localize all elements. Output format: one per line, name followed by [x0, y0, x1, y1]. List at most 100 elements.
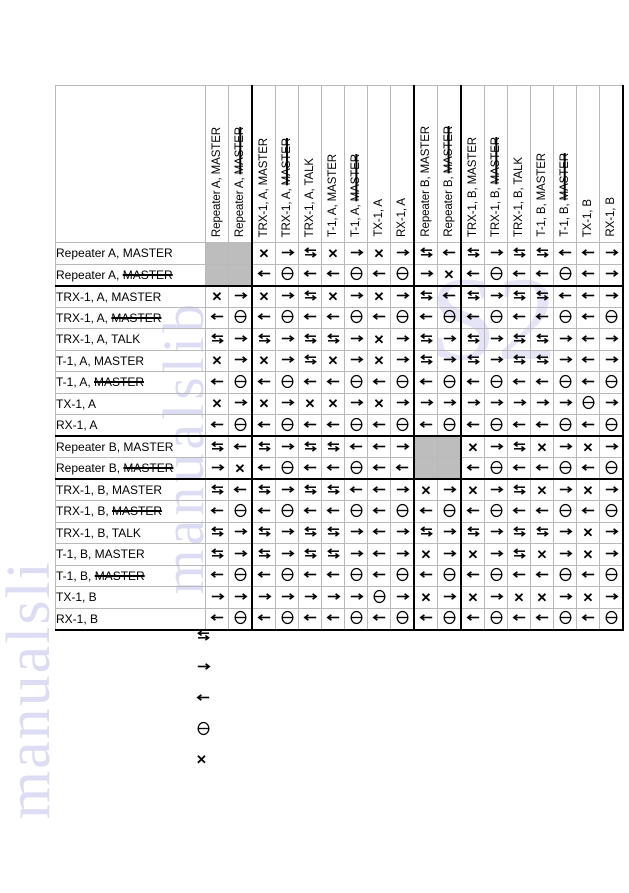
matrix-cell	[321, 564, 345, 587]
matrix-cell	[298, 435, 322, 458]
circle-bar-icon	[233, 417, 248, 432]
left-arrow-icon	[325, 610, 341, 625]
column-header: RX-1, B	[599, 85, 624, 243]
right-arrow-icon	[280, 589, 295, 604]
matrix-cell	[275, 371, 299, 394]
matrix-cell	[460, 349, 485, 372]
cross-icon: ✕	[582, 589, 594, 605]
matrix-cell	[367, 414, 391, 437]
matrix-cell	[530, 263, 554, 287]
matrix-cell	[275, 457, 299, 480]
circle-bar-icon	[280, 460, 295, 475]
row-header-label: TRX-1, B, TALK	[55, 521, 206, 544]
matrix-body: Repeater A, MASTER ✕ ✕ ✕ Repeater A, MASTER ✕…	[55, 242, 624, 631]
matrix-cell	[367, 306, 391, 329]
left-arrow-icon	[302, 610, 318, 625]
right-arrow-icon	[604, 352, 619, 367]
matrix-cell	[553, 543, 577, 566]
left-arrow-icon	[325, 266, 341, 281]
left-arrow-icon	[418, 309, 434, 324]
column-header-label: RX-1, A	[396, 198, 408, 237]
matrix-cell: ✕	[298, 392, 322, 415]
matrix-cell	[484, 285, 508, 308]
row-header-label: TRX-1, A, MASTER	[55, 285, 206, 308]
circle-bar-icon	[489, 417, 504, 432]
matrix-cell	[251, 564, 276, 587]
left-arrow-icon	[418, 567, 434, 582]
left-arrow-icon	[580, 309, 596, 324]
matrix-cell	[228, 500, 253, 523]
right-arrow-icon	[303, 589, 318, 604]
matrix-cell	[507, 607, 531, 631]
table-row: TX-1, A ✕ ✕ ✕ ✕ ✕	[55, 392, 624, 415]
matrix-cell	[275, 500, 299, 523]
left-arrow-icon	[580, 288, 596, 303]
right-arrow-icon	[442, 482, 457, 497]
matrix-cell	[344, 521, 368, 544]
bidirectional-icon	[512, 331, 527, 346]
matrix-cell	[507, 328, 531, 351]
row-header-label: RX-1, B	[55, 607, 206, 631]
right-arrow-icon	[280, 546, 295, 561]
left-arrow-icon	[302, 567, 318, 582]
matrix-cell	[228, 564, 253, 587]
legend-symbol	[196, 721, 226, 736]
bidirectional-icon	[326, 439, 341, 454]
matrix-cell	[507, 242, 531, 265]
matrix-cell	[437, 478, 462, 501]
right-arrow-icon	[489, 546, 504, 561]
cross-icon: ✕	[467, 439, 479, 455]
row-header-label: TX-1, A	[55, 392, 206, 415]
left-arrow-icon	[348, 482, 364, 497]
circle-bar-icon	[349, 610, 364, 625]
matrix-cell	[576, 306, 600, 329]
left-arrow-icon	[580, 610, 596, 625]
circle-bar-icon	[280, 309, 295, 324]
circle-bar-icon	[395, 309, 410, 324]
matrix-cell	[344, 328, 368, 351]
right-arrow-icon	[489, 245, 504, 260]
right-arrow-icon	[233, 589, 248, 604]
right-arrow-icon	[257, 589, 272, 604]
circle-bar-icon	[372, 589, 387, 604]
left-arrow-icon	[196, 690, 211, 705]
right-arrow-icon	[558, 352, 573, 367]
right-arrow-icon	[280, 331, 295, 346]
matrix-cell	[576, 242, 600, 265]
circle-bar-icon	[489, 460, 504, 475]
matrix-cell	[275, 414, 299, 437]
right-arrow-icon	[280, 352, 295, 367]
circle-bar-icon	[233, 374, 248, 389]
left-arrow-icon	[325, 503, 341, 518]
circle-bar-icon	[280, 567, 295, 582]
matrix-cell	[599, 435, 624, 458]
cross-icon: ✕	[420, 482, 432, 498]
matrix-cell	[460, 414, 485, 437]
row-header-label: TX-1, B	[55, 586, 206, 609]
cross-icon: ✕	[258, 289, 270, 304]
right-arrow-icon	[349, 589, 364, 604]
left-arrow-icon	[511, 610, 527, 625]
left-arrow-icon	[511, 266, 527, 281]
matrix-cell	[228, 586, 253, 609]
matrix-cell	[484, 478, 508, 501]
matrix-cell	[321, 500, 345, 523]
matrix-cell	[228, 349, 253, 372]
matrix-cell	[530, 414, 554, 437]
matrix-cell	[205, 500, 229, 523]
left-arrow-icon	[302, 374, 318, 389]
column-header-label: T-1, A, MASTER	[327, 154, 339, 237]
matrix-cell	[599, 457, 624, 480]
matrix-cell	[576, 349, 600, 372]
right-arrow-icon	[558, 589, 573, 604]
matrix-cell	[390, 500, 415, 523]
matrix-cell	[599, 521, 624, 544]
bidirectional-icon	[257, 439, 272, 454]
matrix-cell: ✕	[367, 392, 391, 415]
matrix-cell	[205, 414, 229, 437]
left-arrow-icon	[302, 417, 318, 432]
bidirectional-icon	[196, 628, 211, 643]
cross-icon: ✕	[467, 482, 479, 498]
right-arrow-icon	[233, 395, 248, 410]
matrix-cell	[484, 521, 508, 544]
